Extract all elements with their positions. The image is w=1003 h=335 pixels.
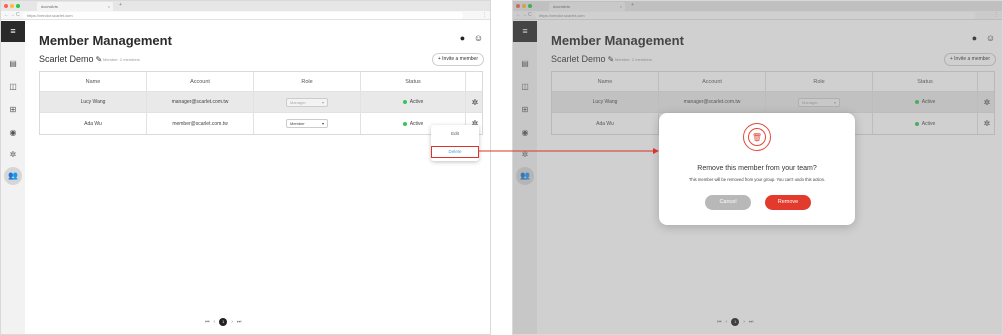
- window-controls: [4, 4, 20, 8]
- table-row[interactable]: Ada Wu member@scarlet.com.tw Member ▾ Act…: [40, 113, 482, 134]
- status-dot: [402, 121, 407, 126]
- status-badge: Active: [409, 120, 424, 127]
- sidebar: ≡ ▤ ◫ ⊞ ◉ ✲ 👥: [1, 21, 25, 334]
- gear-icon[interactable]: ✲: [472, 98, 479, 107]
- visibility-icon[interactable]: ◉: [7, 127, 19, 139]
- member-name: Lucy Wang: [40, 92, 147, 112]
- delete-highlight-box: [431, 146, 479, 158]
- column-header-name: Name: [40, 72, 147, 91]
- table-row[interactable]: Lucy Wang manager@scarlet.com.tw Manager…: [40, 92, 482, 113]
- member-name: Ada Wu: [40, 113, 147, 134]
- chevron-down-icon: ▾: [321, 99, 324, 105]
- member-account: member@scarlet.com.tw: [147, 113, 254, 134]
- browser-menu-icon[interactable]: ⋮: [482, 12, 487, 18]
- members-table: Name Account Role Status Lucy Wang manag…: [39, 71, 483, 135]
- edit-icon[interactable]: ✎: [96, 55, 103, 64]
- status-cell: Active: [361, 92, 466, 112]
- url-input[interactable]: https://vendor.scarlet.com: [23, 12, 463, 19]
- role-cell: Manager ▾: [254, 92, 361, 112]
- dialog-description: This member will be removed from your gr…: [688, 177, 826, 182]
- screenshot-after: docmArts × + ← → C https://vendor.scarle…: [512, 0, 1003, 335]
- status-badge: Active: [409, 99, 424, 105]
- documents-icon[interactable]: ▤: [7, 58, 19, 70]
- back-icon[interactable]: ←: [4, 12, 9, 18]
- menu-item-edit[interactable]: Edit: [431, 131, 479, 136]
- role-cell: Member ▾: [254, 113, 361, 134]
- profile-icon[interactable]: ☺: [472, 32, 485, 45]
- browser-tabbar: docmArts × +: [1, 1, 490, 11]
- dialog-title: Remove this member from your team?: [697, 165, 817, 172]
- role-value: Member: [290, 121, 305, 126]
- group-name: Scarlet Demo ✎: [39, 54, 102, 64]
- trash-icon: 🗑: [748, 128, 766, 146]
- column-header-status: Status: [361, 72, 466, 91]
- member-account: manager@scarlet.com.tw: [147, 92, 254, 112]
- status-dot: [402, 100, 407, 104]
- group-name-text: Scarlet Demo: [39, 54, 94, 64]
- member-count: Member: 2 members: [103, 57, 140, 62]
- maximize-window-dot[interactable]: [16, 4, 20, 8]
- prev-page-icon[interactable]: ‹: [214, 319, 216, 325]
- next-page-icon[interactable]: ›: [231, 319, 233, 325]
- organization-icon[interactable]: ⊞: [7, 104, 19, 116]
- column-header-role: Role: [254, 72, 361, 91]
- last-page-icon[interactable]: ⏭: [237, 319, 242, 325]
- first-page-icon[interactable]: ⏮: [205, 319, 210, 325]
- dashboard-icon[interactable]: ◫: [7, 81, 19, 93]
- role-select: Manager ▾: [286, 97, 328, 107]
- table-header-row: Name Account Role Status: [40, 72, 482, 92]
- notification-icon[interactable]: ●: [456, 32, 469, 45]
- forward-icon[interactable]: →: [10, 12, 15, 18]
- tab-close-icon[interactable]: ×: [108, 2, 110, 11]
- column-header-account: Account: [147, 72, 254, 91]
- remove-button[interactable]: Remove: [765, 195, 811, 210]
- column-header-actions: [466, 72, 484, 91]
- remove-member-dialog: 🗑 Remove this member from your team? Thi…: [659, 113, 855, 225]
- actions-cell: ✲: [466, 92, 484, 112]
- new-tab-button[interactable]: +: [119, 2, 122, 8]
- reload-icon[interactable]: C: [16, 12, 20, 18]
- cancel-button[interactable]: Cancel: [705, 195, 751, 210]
- role-select[interactable]: Member ▾: [286, 119, 328, 128]
- close-window-dot[interactable]: [4, 4, 8, 8]
- role-value: Manager: [290, 99, 306, 105]
- browser-tab[interactable]: docmArts ×: [37, 2, 113, 11]
- page-title: Member Management: [39, 33, 172, 48]
- settings-icon[interactable]: ✲: [7, 149, 19, 161]
- current-page[interactable]: 1: [219, 318, 228, 326]
- trash-icon-ring: 🗑: [743, 123, 771, 151]
- pagination: ⏮ ‹ 1 › ⏭: [205, 318, 241, 326]
- screenshot-before: docmArts × + ← → C https://vendor.scarle…: [0, 0, 491, 335]
- hamburger-menu-icon[interactable]: ≡: [1, 21, 25, 42]
- chevron-down-icon: ▾: [321, 121, 324, 126]
- address-bar-row: ← → C https://vendor.scarlet.com ⋮: [1, 11, 490, 20]
- members-icon[interactable]: 👥: [4, 167, 22, 185]
- minimize-window-dot[interactable]: [10, 4, 14, 8]
- browser-tab-title: docmArts: [41, 4, 58, 9]
- invite-member-button[interactable]: + Invite a member: [431, 53, 484, 66]
